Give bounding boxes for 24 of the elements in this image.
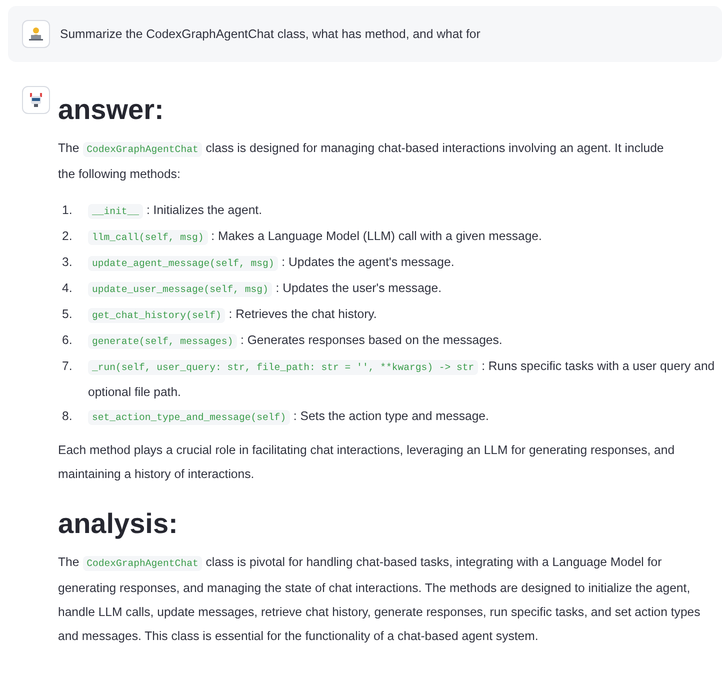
list-number: 8. xyxy=(61,408,74,425)
list-number: 1. xyxy=(61,202,74,219)
list-item-text: generate(self, messages) : Generates responses based on the messages. xyxy=(88,328,718,354)
list-number: 4. xyxy=(61,280,74,297)
list-item-text: _run(self, user_query: str, file_path: str = '', **kwargs) -> str : Runs specific tasks with a user query and optional file path. xyxy=(88,358,716,401)
list-number: 6. xyxy=(61,332,74,349)
robot-icon xyxy=(28,92,44,108)
list-number: 7. xyxy=(61,358,74,375)
list-item-text: set_action_type_and_message(self) : Sets the action type and message. xyxy=(88,404,718,430)
list-number: 5. xyxy=(61,306,74,323)
person-laptop-icon xyxy=(28,26,44,42)
paragraph: The CodexGraphAgentChat class is designed for managing chat-based interactions involving an agent. It include the following methods: xyxy=(58,140,665,183)
list-item-text: get_chat_history(self) : Retrieves the chat history. xyxy=(88,302,718,328)
section-heading: answer: xyxy=(58,93,165,127)
list-number: 2. xyxy=(61,228,74,245)
list-item-text: update_user_message(self, msg) : Updates the user's message. xyxy=(88,276,718,302)
list-item-text: update_agent_message(self, msg) : Updates the agent's message. xyxy=(88,250,718,276)
paragraph: Each method plays a crucial role in facilitating chat interactions, leveraging an LLM for generating responses, and maintaining a history of interactions. xyxy=(58,442,676,483)
list-item-text: llm_call(self, msg) : Makes a Language Model (LLM) call with a given message. xyxy=(88,224,718,250)
paragraph: The CodexGraphAgentChat class is pivotal for handling chat-based tasks, integrating with a Language Model for generating responses, and managing the state of chat interactions. The methods are designed to initialize the agent, handle LLM calls, update messages, retrieve chat history, generate responses, run specific tasks, and set action types and messages. This class is essential for the functionality of a chat-based agent system. xyxy=(58,554,702,645)
list-item-text: __init__ : Initializes the agent. xyxy=(88,198,718,224)
user-message-text: Summarize the CodexGraphAgentChat class, what has method, and what for xyxy=(60,26,480,43)
list-number: 3. xyxy=(61,254,74,271)
section-heading: analysis: xyxy=(58,507,179,541)
